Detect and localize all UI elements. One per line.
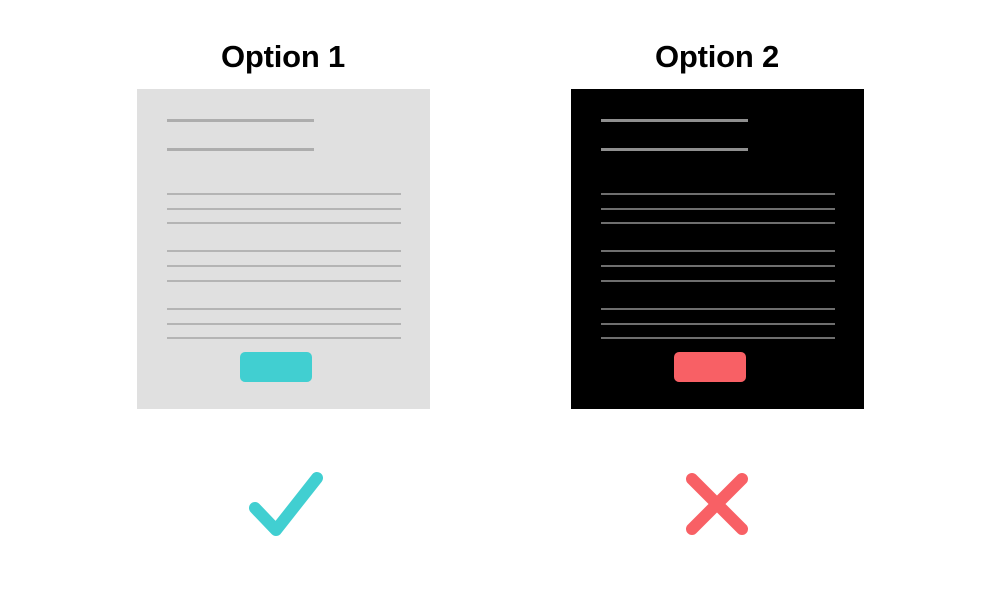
document-body-line: [166, 337, 401, 339]
document-body-line: [600, 222, 835, 224]
document-body-line: [600, 280, 835, 282]
option-column-1: Option 1: [66, 0, 500, 600]
document-body-line: [166, 208, 401, 210]
check-icon: [243, 466, 323, 546]
option-1-title: Option 1: [220, 39, 346, 74]
option-1-verdict: [233, 461, 333, 551]
option-2-verdict: [667, 461, 767, 551]
document-header-line: [166, 148, 314, 151]
option-2-title: Option 2: [654, 39, 780, 74]
document-body-line: [600, 323, 835, 325]
document-body-line: [600, 193, 835, 195]
document-body-line: [166, 265, 401, 267]
document-header-line: [600, 119, 748, 122]
document-body-line: [600, 308, 835, 310]
document-header-line: [166, 119, 314, 122]
document-body-line: [166, 280, 401, 282]
option-2-primary-action-button[interactable]: [673, 352, 746, 382]
document-body-line: [166, 222, 401, 224]
option-1-primary-action-button[interactable]: [239, 352, 312, 382]
document-body-line: [600, 208, 835, 210]
document-body-line: [600, 337, 835, 339]
document-body-line: [166, 323, 401, 325]
document-body-line: [166, 193, 401, 195]
document-body-line: [166, 250, 401, 252]
document-body-line: [600, 265, 835, 267]
document-body-line: [600, 250, 835, 252]
option-column-2: Option 2: [500, 0, 934, 600]
option-1-document-preview: [136, 89, 430, 409]
document-body-line: [166, 308, 401, 310]
document-header-line: [600, 148, 748, 151]
cross-icon: [677, 466, 757, 546]
option-2-document-preview: [570, 89, 864, 409]
option-comparison: Option 1 Option 2: [0, 0, 1000, 600]
